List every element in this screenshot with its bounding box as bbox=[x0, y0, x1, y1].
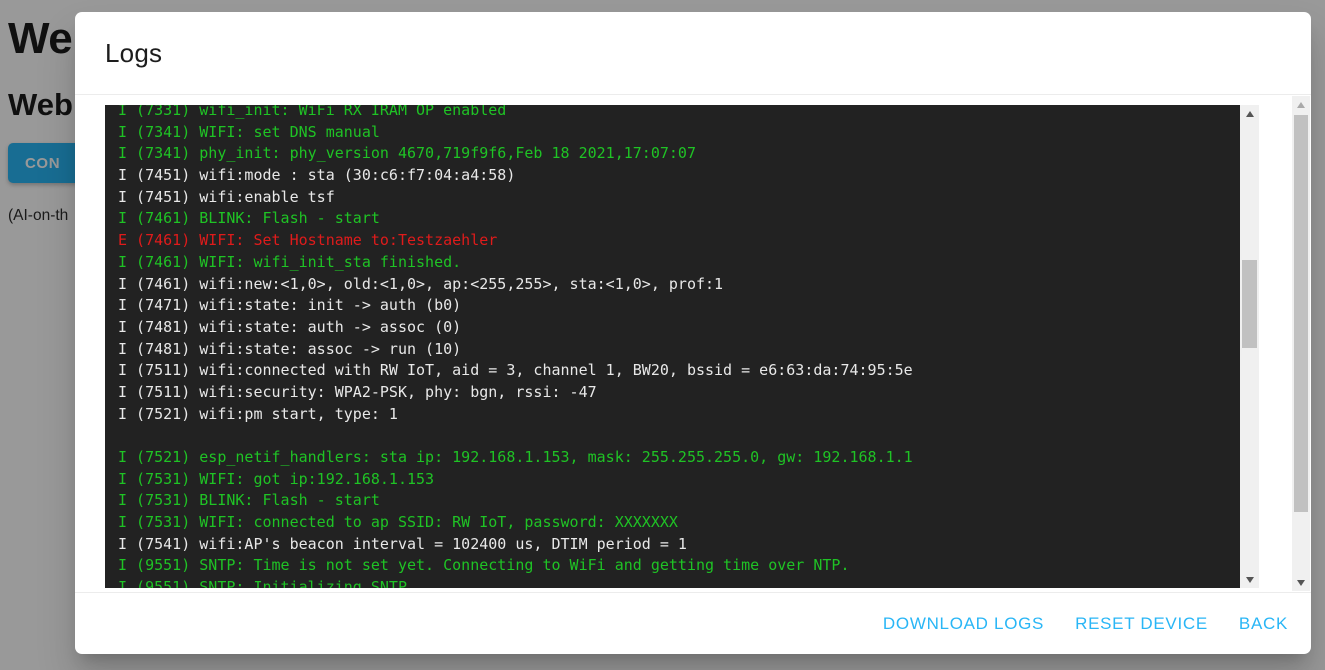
log-line: I (7481) wifi:state: auth -> assoc (0) bbox=[118, 318, 1239, 340]
console-scroll-up-button[interactable] bbox=[1240, 105, 1259, 122]
dialog-scroll-down-button[interactable] bbox=[1292, 574, 1310, 591]
log-line: I (7461) wifi:new:<1,0>, old:<1,0>, ap:<… bbox=[118, 275, 1239, 297]
log-line: I (9551) SNTP: Time is not set yet. Conn… bbox=[118, 556, 1239, 578]
log-line: I (7541) wifi:AP's beacon interval = 102… bbox=[118, 535, 1239, 557]
log-line bbox=[118, 426, 1239, 448]
console-scroll-down-button[interactable] bbox=[1240, 571, 1259, 588]
log-console[interactable]: I (7331) wifi_init: WiFi RX IRAM OP enab… bbox=[105, 105, 1259, 588]
log-line: I (7331) wifi_init: WiFi RX IRAM OP enab… bbox=[118, 105, 1239, 123]
scroll-down-icon bbox=[1297, 580, 1305, 586]
download-logs-button[interactable]: DOWNLOAD LOGS bbox=[883, 614, 1044, 634]
dialog-content: I (7331) wifi_init: WiFi RX IRAM OP enab… bbox=[75, 95, 1311, 592]
dialog-footer: DOWNLOAD LOGS RESET DEVICE BACK bbox=[75, 592, 1311, 654]
log-line: I (7511) wifi:security: WPA2-PSK, phy: b… bbox=[118, 383, 1239, 405]
reset-device-button[interactable]: RESET DEVICE bbox=[1075, 614, 1208, 634]
log-line: I (7531) WIFI: got ip:192.168.1.153 bbox=[118, 470, 1239, 492]
scroll-up-icon bbox=[1297, 102, 1305, 108]
log-line: I (7451) wifi:enable tsf bbox=[118, 188, 1239, 210]
log-line: I (7511) wifi:connected with RW IoT, aid… bbox=[118, 361, 1239, 383]
log-line: I (7341) phy_init: phy_version 4670,719f… bbox=[118, 144, 1239, 166]
log-line: I (7461) BLINK: Flash - start bbox=[118, 209, 1239, 231]
log-line: I (7481) wifi:state: assoc -> run (10) bbox=[118, 340, 1239, 362]
log-line: I (7471) wifi:state: init -> auth (b0) bbox=[118, 296, 1239, 318]
log-line: I (9551) SNTP: Initializing SNTP bbox=[118, 578, 1239, 588]
log-line: I (7521) wifi:pm start, type: 1 bbox=[118, 405, 1239, 427]
dialog-scrollbar[interactable] bbox=[1292, 96, 1310, 591]
scroll-down-icon bbox=[1246, 577, 1254, 583]
log-line: I (7341) WIFI: set DNS manual bbox=[118, 123, 1239, 145]
scroll-up-icon bbox=[1246, 111, 1254, 117]
console-scrollbar-thumb[interactable] bbox=[1242, 260, 1257, 348]
log-line: I (7531) BLINK: Flash - start bbox=[118, 491, 1239, 513]
log-text: I (7331) wifi_init: WiFi RX IRAM OP enab… bbox=[118, 105, 1239, 588]
dialog-scroll-up-button[interactable] bbox=[1292, 96, 1310, 113]
log-line: I (7521) esp_netif_handlers: sta ip: 192… bbox=[118, 448, 1239, 470]
dialog-scrollbar-thumb[interactable] bbox=[1294, 115, 1308, 512]
dialog-title: Logs bbox=[105, 38, 162, 69]
log-line: I (7461) WIFI: wifi_init_sta finished. bbox=[118, 253, 1239, 275]
console-scrollbar[interactable] bbox=[1240, 105, 1259, 588]
dialog-header: Logs bbox=[75, 12, 1311, 95]
log-line: I (7451) wifi:mode : sta (30:c6:f7:04:a4… bbox=[118, 166, 1239, 188]
back-button[interactable]: BACK bbox=[1239, 614, 1288, 634]
logs-dialog: Logs I (7331) wifi_init: WiFi RX IRAM OP… bbox=[75, 12, 1311, 654]
log-line: E (7461) WIFI: Set Hostname to:Testzaehl… bbox=[118, 231, 1239, 253]
log-line: I (7531) WIFI: connected to ap SSID: RW … bbox=[118, 513, 1239, 535]
